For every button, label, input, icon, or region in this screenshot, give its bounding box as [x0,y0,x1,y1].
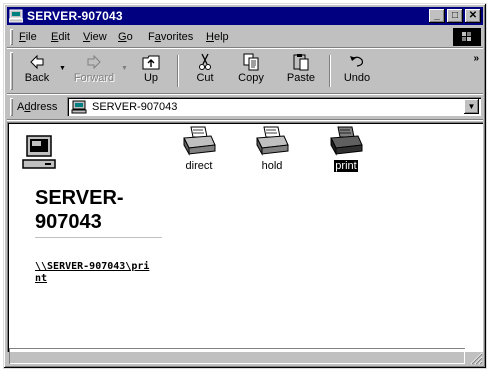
panel-divider [35,237,162,238]
toolbar-overflow-button[interactable]: » [473,53,479,64]
cut-button[interactable]: Cut [185,51,225,91]
computer-icon [9,9,23,23]
cut-label: Cut [196,72,214,84]
menu-help[interactable]: Help [206,31,229,43]
server-title: SERVER- 907043 [35,187,124,233]
copy-label: Copy [238,72,264,84]
printer-icon [330,126,363,156]
menu-bar: File Edit View Go Favorites Help [7,27,483,48]
copy-icon [243,53,259,71]
menu-favorites[interactable]: Favorites [148,31,193,43]
up-folder-icon [142,55,160,70]
undo-arrow-icon [350,56,364,67]
folder-view[interactable]: SERVER- 907043 \\SERVER-907043\print dir… [7,122,483,352]
copy-button[interactable]: Copy [229,51,273,91]
scissors-icon [199,53,211,70]
toolbar-separator [329,55,331,87]
menu-file[interactable]: File [19,31,37,43]
forward-label: Forward [73,72,115,84]
back-arrow-icon [30,54,44,70]
address-value: SERVER-907043 [92,101,178,113]
resize-grip-icon[interactable] [469,351,483,365]
back-label: Back [24,72,50,84]
forward-arrow-icon [87,54,101,70]
undo-label: Undo [343,72,371,84]
printer-icon [183,126,216,156]
file-label: direct [185,160,213,172]
file-label: hold [261,160,283,172]
menu-go[interactable]: Go [118,31,133,43]
close-button[interactable]: ✕ [465,9,481,23]
standard-toolbar: Back ▼ Forward ▼ Up Cut Copy Paste Undo … [7,49,483,94]
file-label: print [333,159,359,173]
printer-queue-direct[interactable]: direct [171,125,227,172]
address-dropdown-button[interactable]: ▼ [464,99,479,114]
printer-queue-print[interactable]: print [318,125,374,173]
menu-grip[interactable] [10,29,13,45]
forward-dropdown-icon[interactable]: ▼ [121,65,128,72]
printer-queue-hold[interactable]: hold [244,125,300,172]
title-bar[interactable]: SERVER-907043 _ □ ✕ [7,7,483,25]
paste-clipboard-icon [293,54,309,71]
address-input[interactable]: SERVER-907043 ▼ [67,97,481,116]
address-bar: Address SERVER-907043 ▼ [7,95,483,120]
computer-icon [22,135,56,169]
toolbar-separator [177,55,179,87]
server-path-link[interactable]: \\SERVER-907043\print [35,261,155,285]
address-label: Address [17,101,58,113]
forward-button[interactable]: Forward [69,51,119,91]
explorer-window: SERVER-907043 _ □ ✕ File Edit View Go Fa… [3,3,487,369]
toolbar-grip[interactable] [10,52,13,90]
status-bar [7,347,483,365]
up-button[interactable]: Up [131,51,171,91]
paste-label: Paste [286,72,316,84]
menu-view[interactable]: View [83,31,107,43]
undo-button[interactable]: Undo [337,51,377,91]
back-button[interactable]: Back [17,51,57,91]
back-dropdown-icon[interactable]: ▼ [59,65,66,72]
computer-icon [71,100,87,114]
menu-edit[interactable]: Edit [51,31,70,43]
address-grip[interactable] [10,98,13,116]
minimize-button[interactable]: _ [429,9,445,23]
maximize-button[interactable]: □ [447,9,463,23]
printer-icon [256,126,289,156]
window-title: SERVER-907043 [27,9,123,23]
paste-button[interactable]: Paste [279,51,323,91]
windows-logo-icon [453,28,481,46]
up-label: Up [143,72,159,84]
status-text [9,348,465,364]
